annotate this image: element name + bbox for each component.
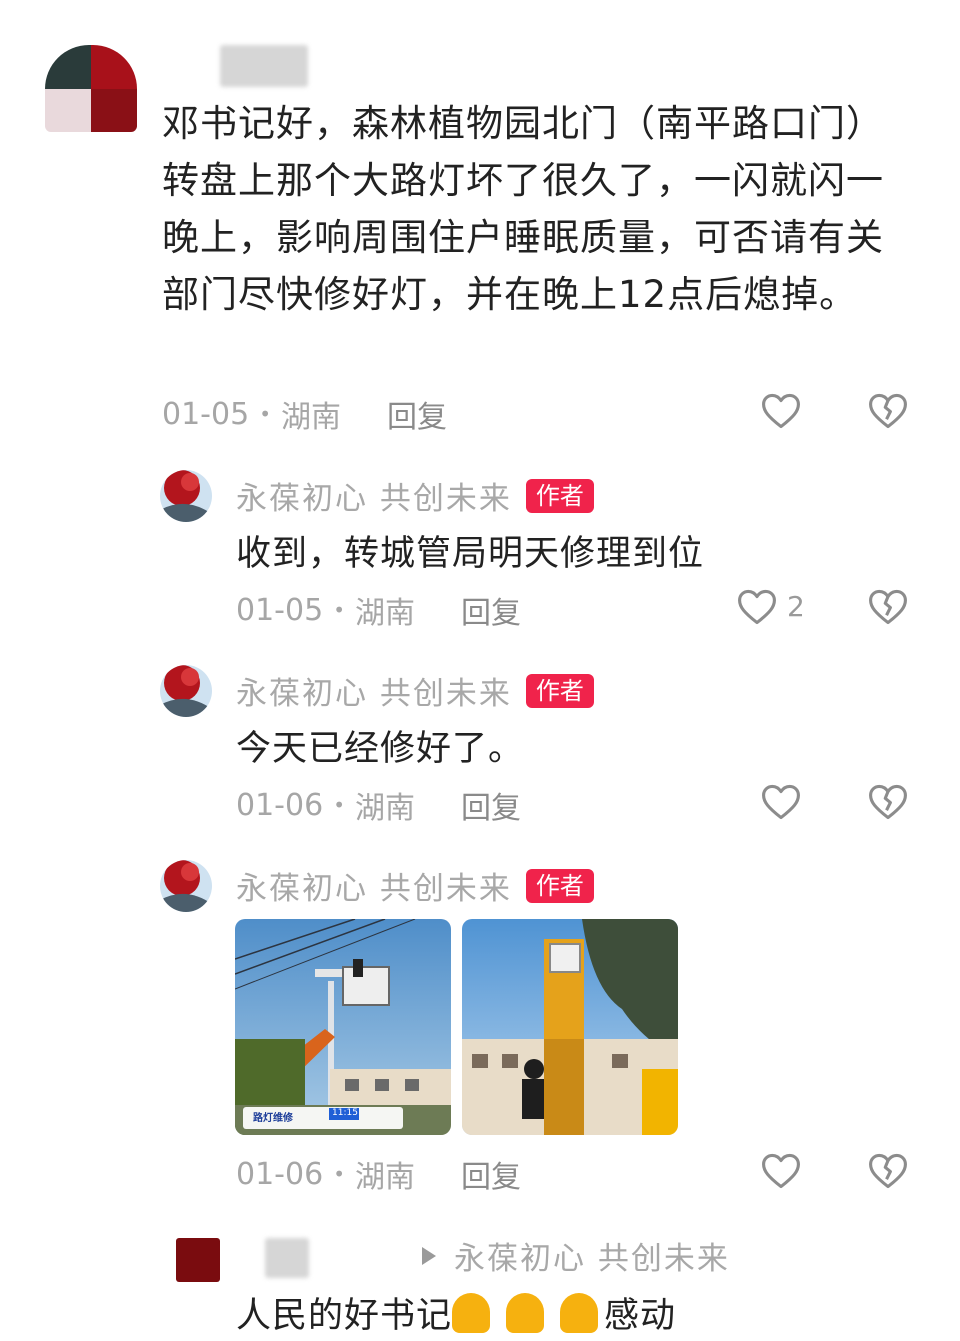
main-comment-meta: 01-05 • 湖南 回复 [162, 392, 447, 436]
reply-meta: 01-05 • 湖南 回复 [236, 588, 521, 632]
reply-date: 01-05 [236, 592, 324, 628]
author-avatar[interactable] [160, 470, 212, 522]
comment-location: 湖南 [280, 400, 341, 435]
sub-reply-text: 人民的好书记 感动 [236, 1287, 676, 1338]
broken-heart-icon[interactable] [866, 585, 910, 629]
broken-heart-icon[interactable] [866, 1149, 910, 1193]
author-badge: 作者 [525, 673, 594, 708]
comment-date: 01-05 [162, 396, 250, 432]
sub-reply-avatar[interactable] [176, 1238, 220, 1282]
author-name[interactable]: 永葆初心 共创未来 [236, 473, 512, 518]
reply-text: 收到，转城管局明天修理到位 [236, 534, 705, 574]
reply-button[interactable]: 回复 [461, 1152, 521, 1196]
heart-outline-icon[interactable] [759, 389, 803, 433]
separator-dot: • [333, 793, 345, 817]
thumbs-up-icon [452, 1292, 491, 1333]
author-name[interactable]: 永葆初心 共创未来 [236, 668, 512, 713]
photo-time: 11:15 [332, 1108, 358, 1118]
author-line: 永葆初心 共创未来 作者 [236, 863, 594, 908]
reply-date: 01-06 [236, 787, 324, 823]
separator-dot: • [333, 598, 345, 622]
reply-button[interactable]: 回复 [461, 588, 521, 632]
sub-reply-text-start: 人民的好书记 [236, 1296, 453, 1336]
reply-date: 01-06 [236, 1156, 324, 1192]
reply-button[interactable]: 回复 [387, 392, 447, 436]
author-badge: 作者 [525, 868, 594, 903]
heart-outline-icon[interactable] [735, 585, 779, 629]
photo-caption: 路灯维修 [253, 1113, 293, 1124]
sub-reply-text-end: 感动 [604, 1296, 677, 1336]
like-count: 2 [787, 590, 805, 623]
reply-to-name[interactable]: 永葆初心 共创未来 [454, 1233, 730, 1278]
reply-button[interactable]: 回复 [461, 783, 521, 827]
thumbs-up-icon [560, 1292, 599, 1333]
author-badge: 作者 [525, 478, 594, 513]
sub-reply-name-blurred[interactable] [265, 1238, 309, 1278]
reply-location: 湖南 [354, 596, 415, 631]
reply-location: 湖南 [354, 791, 415, 826]
reply-meta: 01-06 • 湖南 回复 [236, 1152, 521, 1196]
author-avatar[interactable] [160, 860, 212, 912]
heart-outline-icon[interactable] [759, 780, 803, 824]
author-avatar[interactable] [160, 665, 212, 717]
commenter-name-blurred[interactable] [220, 45, 308, 87]
commenter-avatar[interactable] [45, 45, 137, 132]
author-line: 永葆初心 共创未来 作者 [236, 473, 594, 518]
play-triangle-icon [422, 1246, 436, 1265]
main-comment-text: 邓书记好，森林植物园北门（南平路口门）转盘上那个大路灯坏了很久了，一闪就闪一晚上… [162, 102, 884, 316]
thumbs-up-icon [506, 1292, 545, 1333]
broken-heart-icon[interactable] [866, 389, 910, 433]
reply-text: 今天已经修好了。 [236, 729, 525, 769]
separator-dot: • [259, 402, 271, 426]
broken-heart-icon[interactable] [866, 780, 910, 824]
reply-location: 湖南 [354, 1160, 415, 1195]
heart-outline-icon[interactable] [759, 1149, 803, 1193]
repair-photo-2[interactable] [462, 919, 678, 1135]
reply-meta: 01-06 • 湖南 回复 [236, 783, 521, 827]
author-name[interactable]: 永葆初心 共创未来 [236, 863, 512, 908]
author-line: 永葆初心 共创未来 作者 [236, 668, 594, 713]
separator-dot: • [333, 1162, 345, 1186]
sub-reply-target: 永葆初心 共创未来 [422, 1233, 730, 1278]
repair-photo-1[interactable]: 路灯维修 11:15 [235, 919, 451, 1135]
